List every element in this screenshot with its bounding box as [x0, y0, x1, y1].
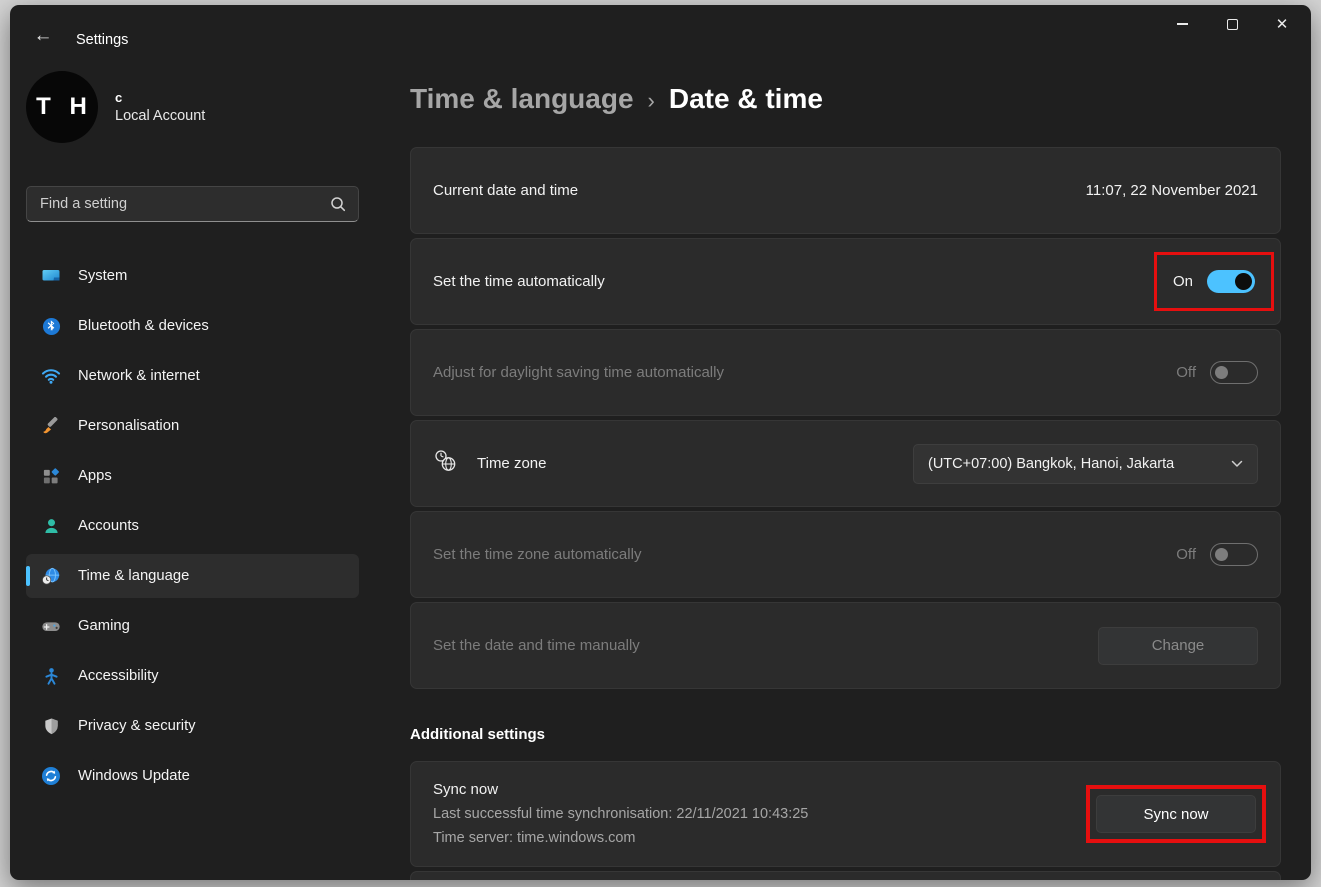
breadcrumb: Time & language › Date & time	[410, 79, 1281, 121]
set-timezone-automatically-row: Set the time zone automatically Off	[410, 511, 1281, 598]
brush-icon	[41, 416, 61, 436]
accessibility-icon	[41, 666, 61, 686]
sidebar-item-label: Privacy & security	[78, 718, 196, 734]
additional-settings-heading: Additional settings	[410, 726, 545, 743]
time-server-text: Time server: time.windows.com	[433, 830, 636, 846]
sidebar-item-label: Bluetooth & devices	[78, 318, 209, 334]
set-time-automatically-row: Set the time automatically On	[410, 238, 1281, 325]
gamepad-icon	[41, 616, 61, 636]
sync-now-row: Sync now Last successful time synchronis…	[410, 761, 1281, 867]
time-language-icon	[41, 566, 61, 586]
set-timezone-automatically-label: Set the time zone automatically	[433, 546, 642, 563]
search-box	[26, 186, 359, 222]
set-time-automatically-toggle[interactable]	[1207, 270, 1255, 293]
toggle-state-text: Off	[1176, 546, 1196, 563]
time-zone-selected-value: (UTC+07:00) Bangkok, Hanoi, Jakarta	[928, 455, 1175, 472]
set-time-automatically-label: Set the time automatically	[433, 273, 605, 290]
toggle-state-text: Off	[1176, 364, 1196, 381]
daylight-saving-label: Adjust for daylight saving time automati…	[433, 364, 724, 381]
sidebar: T H c Local Account System	[26, 5, 359, 804]
sidebar-item-label: System	[78, 268, 128, 284]
wifi-icon	[41, 366, 61, 386]
sidebar-item-time-language[interactable]: Time & language	[26, 554, 359, 598]
last-sync-text: Last successful time synchronisation: 22…	[433, 806, 809, 822]
apps-icon	[41, 466, 61, 486]
bluetooth-icon	[41, 316, 61, 336]
sidebar-item-privacy-security[interactable]: Privacy & security	[26, 704, 359, 748]
sidebar-item-windows-update[interactable]: Windows Update	[26, 754, 359, 798]
sidebar-item-label: Time & language	[78, 568, 190, 584]
main-content: Time & language › Date & time Current date…	[410, 5, 1281, 880]
current-datetime-label: Current date and time	[433, 182, 579, 199]
daylight-saving-row: Adjust for daylight saving time automati…	[410, 329, 1281, 416]
sidebar-item-label: Accounts	[78, 518, 139, 534]
time-zone-row: Time zone (UTC+07:00) Bangkok, Hanoi, Ja…	[410, 420, 1281, 507]
timezone-globe-clock-icon	[433, 448, 459, 479]
next-card-partial	[410, 871, 1281, 880]
sidebar-item-label: Network & internet	[78, 368, 200, 384]
daylight-saving-toggle	[1210, 361, 1258, 384]
settings-window: ← Settings ✕ T H c Local Account Find a …	[10, 5, 1311, 880]
set-timezone-automatically-toggle	[1210, 543, 1258, 566]
highlight-box: Sync now	[1086, 785, 1266, 843]
current-datetime-value: 11:07, 22 November 2021	[1085, 182, 1258, 199]
windows-update-icon	[41, 766, 61, 786]
sync-now-title: Sync now	[433, 781, 499, 798]
current-datetime-row: Current date and time 11:07, 22 November…	[410, 147, 1281, 234]
shield-icon	[41, 716, 61, 736]
sidebar-nav: System Bluetooth & devices Network & int…	[26, 254, 359, 798]
user-profile[interactable]: T H c Local Account	[26, 71, 359, 143]
sidebar-item-personalisation[interactable]: Personalisation	[26, 404, 359, 448]
set-datetime-manually-row: Set the date and time manually Change	[410, 602, 1281, 689]
toggle-knob	[1215, 366, 1228, 379]
chevron-down-icon	[1231, 460, 1243, 468]
sidebar-item-label: Accessibility	[78, 668, 159, 684]
breadcrumb-separator: ›	[647, 88, 655, 113]
sidebar-item-bluetooth[interactable]: Bluetooth & devices	[26, 304, 359, 348]
user-name: c	[115, 89, 123, 105]
sidebar-item-accessibility[interactable]: Accessibility	[26, 654, 359, 698]
toggle-knob	[1215, 548, 1228, 561]
toggle-knob	[1235, 273, 1252, 290]
system-icon	[41, 266, 61, 286]
breadcrumb-parent[interactable]: Time & language	[410, 83, 634, 114]
sidebar-item-accounts[interactable]: Accounts	[26, 504, 359, 548]
sync-now-button[interactable]: Sync now	[1096, 795, 1256, 833]
search-input[interactable]	[27, 196, 358, 212]
page-title: Date & time	[668, 83, 823, 114]
toggle-state-text: On	[1172, 273, 1193, 290]
highlight-box: On	[1153, 252, 1274, 311]
sidebar-item-apps[interactable]: Apps	[26, 454, 359, 498]
sidebar-item-label: Windows Update	[78, 768, 190, 784]
change-button: Change	[1098, 626, 1258, 665]
sidebar-item-system[interactable]: System	[26, 254, 359, 298]
person-icon	[41, 516, 61, 536]
account-type-label: Local Account	[115, 107, 206, 124]
time-zone-label: Time zone	[477, 455, 547, 472]
avatar: T H	[26, 71, 98, 143]
time-zone-dropdown[interactable]: (UTC+07:00) Bangkok, Hanoi, Jakarta	[913, 443, 1258, 484]
sidebar-item-label: Gaming	[78, 618, 130, 634]
search-icon	[329, 195, 347, 218]
sidebar-item-label: Personalisation	[78, 418, 180, 434]
sidebar-item-network[interactable]: Network & internet	[26, 354, 359, 398]
sidebar-item-label: Apps	[78, 468, 112, 484]
set-datetime-manually-label: Set the date and time manually	[433, 637, 640, 654]
sidebar-item-gaming[interactable]: Gaming	[26, 604, 359, 648]
